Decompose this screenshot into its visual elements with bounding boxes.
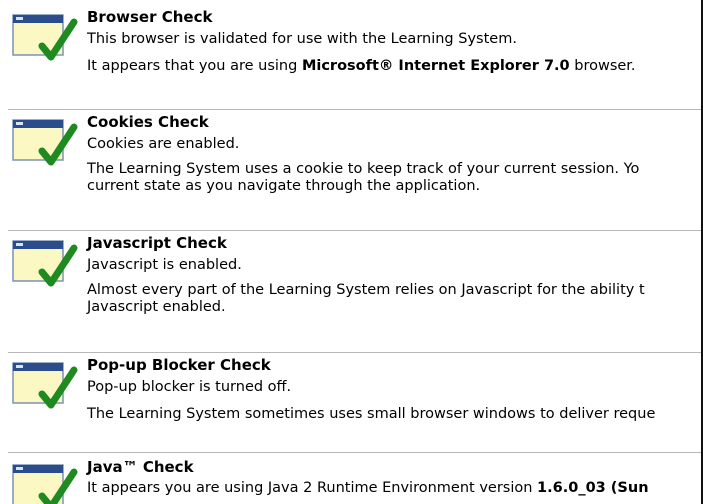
cookies-detail-line-1: The Learning System uses a cookie to kee… — [87, 161, 640, 177]
section-divider — [8, 352, 701, 353]
browser-check-content: Browser Check This browser is validated … — [87, 8, 701, 75]
browser-check-section: Browser Check This browser is validated … — [0, 8, 701, 100]
java-check-section: Java™ Check It appears you are using Jav… — [0, 458, 701, 504]
java-check-detail: It appears you are using Java 2 Runtime … — [87, 479, 701, 497]
browser-check-detail: It appears that you are using Microsoft®… — [87, 57, 701, 75]
cookies-detail-line-2: current state as you navigate through th… — [87, 178, 481, 194]
javascript-detail-line-1: Almost every part of the Learning System… — [87, 282, 645, 298]
popup-blocker-check-icon — [12, 362, 78, 414]
popup-blocker-check-status: Pop-up blocker is turned off. — [87, 379, 292, 395]
cookies-check-detail: The Learning System uses a cookie to kee… — [87, 161, 701, 195]
java-version: 1.6.0_03 (Sun — [537, 480, 649, 496]
section-divider — [8, 230, 701, 231]
cookies-check-icon — [12, 119, 78, 171]
browser-check-title: Browser Check — [87, 8, 213, 26]
java-check-content: Java™ Check It appears you are using Jav… — [87, 458, 701, 497]
java-check-icon — [12, 464, 78, 504]
cookies-check-section: Cookies Check Cookies are enabled. The L… — [0, 113, 701, 225]
browser-detail-suffix: browser. — [569, 58, 636, 74]
javascript-check-section: Javascript Check Javascript is enabled. … — [0, 234, 701, 346]
section-divider — [8, 452, 701, 453]
javascript-check-detail: Almost every part of the Learning System… — [87, 282, 701, 316]
javascript-check-icon — [12, 240, 78, 292]
browser-name: Microsoft® Internet Explorer 7.0 — [301, 58, 570, 74]
popup-blocker-check-detail: The Learning System sometimes uses small… — [87, 406, 656, 422]
cookies-check-status: Cookies are enabled. — [87, 136, 240, 152]
browser-check-icon — [12, 14, 78, 66]
java-detail-prefix: It appears you are using Java 2 Runtime … — [87, 480, 538, 496]
popup-blocker-check-content: Pop-up Blocker Check Pop-up blocker is t… — [87, 356, 701, 423]
popup-blocker-check-section: Pop-up Blocker Check Pop-up blocker is t… — [0, 356, 701, 444]
popup-blocker-check-title: Pop-up Blocker Check — [87, 356, 271, 374]
javascript-check-content: Javascript Check Javascript is enabled. … — [87, 234, 701, 316]
javascript-detail-line-2: Javascript enabled. — [87, 299, 226, 315]
cookies-check-content: Cookies Check Cookies are enabled. The L… — [87, 113, 701, 195]
browser-check-status: This browser is validated for use with t… — [87, 31, 517, 47]
javascript-check-title: Javascript Check — [87, 234, 227, 252]
javascript-check-status: Javascript is enabled. — [87, 257, 242, 273]
java-check-title: Java™ Check — [87, 458, 194, 476]
section-divider — [8, 109, 701, 110]
cookies-check-title: Cookies Check — [87, 113, 209, 131]
browser-detail-prefix: It appears that you are using — [87, 58, 302, 74]
